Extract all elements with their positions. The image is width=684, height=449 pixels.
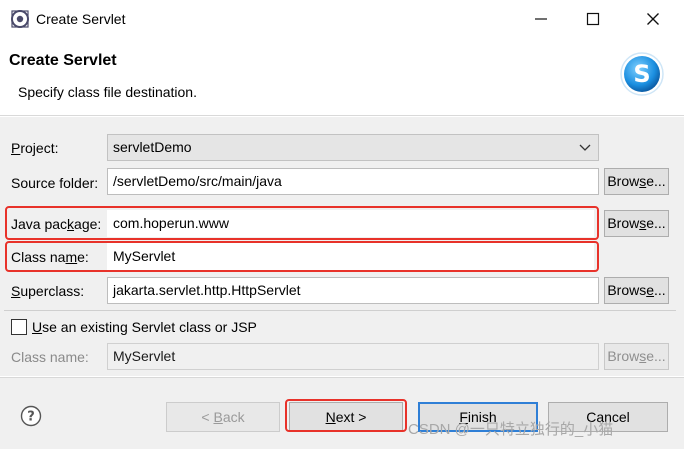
project-label: Project:	[11, 140, 59, 156]
superclass-browse-button[interactable]: Browse...	[604, 277, 669, 304]
minimize-icon	[535, 18, 547, 20]
java-package-input[interactable]: com.hoperun.www	[107, 210, 594, 237]
wizard-title: Create Servlet	[9, 52, 117, 69]
form-separator	[4, 310, 676, 311]
window-title: Create Servlet	[36, 11, 126, 27]
close-window-button[interactable]	[638, 4, 668, 34]
class-name-label: Class name:	[11, 249, 89, 265]
logo-letter: S	[633, 60, 650, 88]
eclipse-app-icon	[11, 10, 29, 28]
project-value: servletDemo	[113, 139, 192, 155]
minimize-button[interactable]	[526, 4, 556, 34]
existing-class-name-label: Class name:	[11, 349, 89, 365]
wizard-header	[0, 38, 684, 116]
java-package-label: Java package:	[11, 216, 102, 232]
source-folder-input[interactable]: /servletDemo/src/main/java	[107, 168, 599, 195]
use-existing-checkbox[interactable]	[11, 319, 27, 335]
watermark-text: CSDN @一只特立独行的_小猫	[408, 421, 614, 438]
chevron-down-icon	[578, 135, 592, 160]
source-folder-browse-button[interactable]: Browse...	[604, 168, 669, 195]
wizard-description: Specify class file destination.	[18, 84, 197, 100]
close-icon	[647, 13, 659, 25]
next-button-highlight	[285, 399, 407, 432]
existing-class-name-input: MyServlet	[107, 343, 599, 370]
project-select[interactable]: servletDemo	[107, 134, 599, 161]
existing-class-browse-button: Browse...	[604, 343, 669, 370]
source-folder-label: Source folder:	[11, 175, 99, 191]
superclass-input[interactable]: jakarta.servlet.http.HttpServlet	[107, 277, 599, 304]
maximize-icon	[586, 12, 600, 26]
superclass-label: Superclass:	[11, 283, 85, 299]
back-button: < Back	[166, 402, 280, 432]
class-name-input[interactable]: MyServlet	[107, 243, 594, 270]
svg-text:?: ?	[27, 410, 35, 425]
servlet-logo-icon: S	[620, 52, 664, 96]
use-existing-label: Use an existing Servlet class or JSP	[32, 319, 257, 335]
help-icon[interactable]: ?	[20, 405, 42, 427]
maximize-button[interactable]	[578, 4, 608, 34]
java-package-browse-button[interactable]: Browse...	[604, 210, 669, 237]
